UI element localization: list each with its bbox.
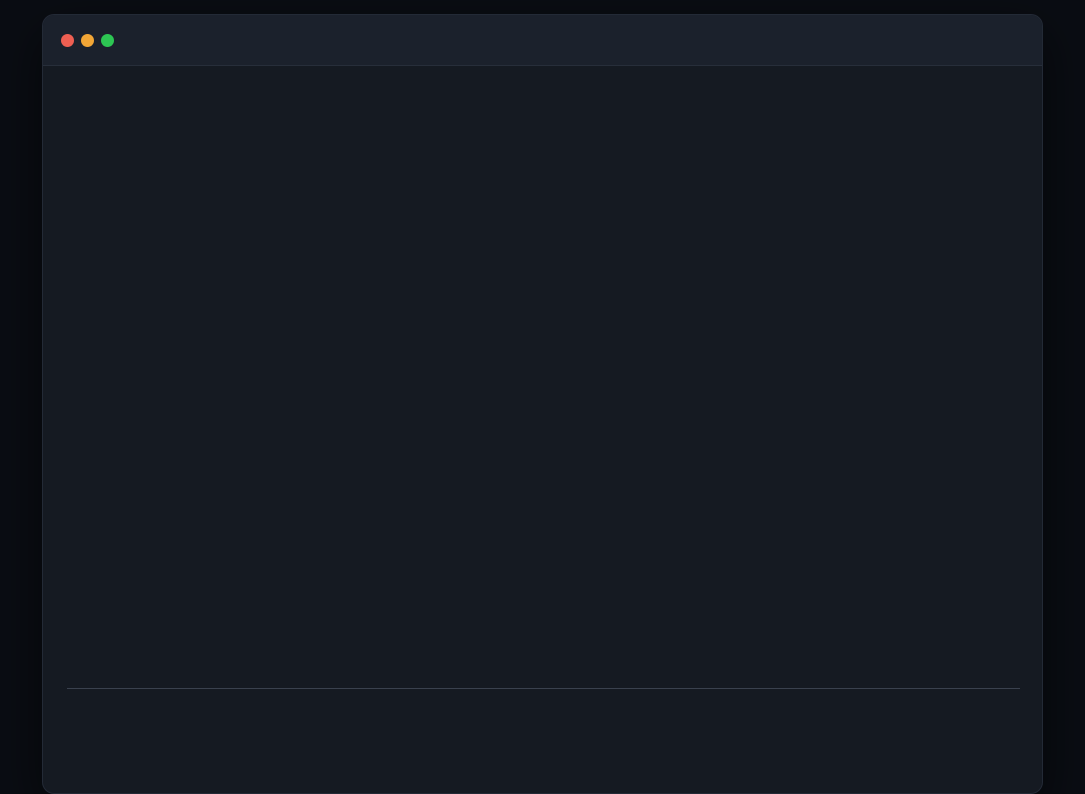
prompt-line xyxy=(67,124,1018,146)
maximize-button[interactable] xyxy=(101,33,114,47)
minimize-button[interactable] xyxy=(81,33,94,47)
efficiency-line xyxy=(67,416,1018,438)
captured-line xyxy=(67,228,1018,250)
header-divider xyxy=(67,688,1020,689)
terminal-window xyxy=(42,14,1043,794)
window-controls xyxy=(61,33,114,47)
sample-rate-line xyxy=(67,322,1018,344)
profile-stats-title xyxy=(67,524,1018,546)
profile-columns-header xyxy=(67,590,1018,612)
close-button[interactable] xyxy=(61,33,74,47)
terminal-output xyxy=(43,66,1042,793)
titlebar xyxy=(43,15,1042,66)
